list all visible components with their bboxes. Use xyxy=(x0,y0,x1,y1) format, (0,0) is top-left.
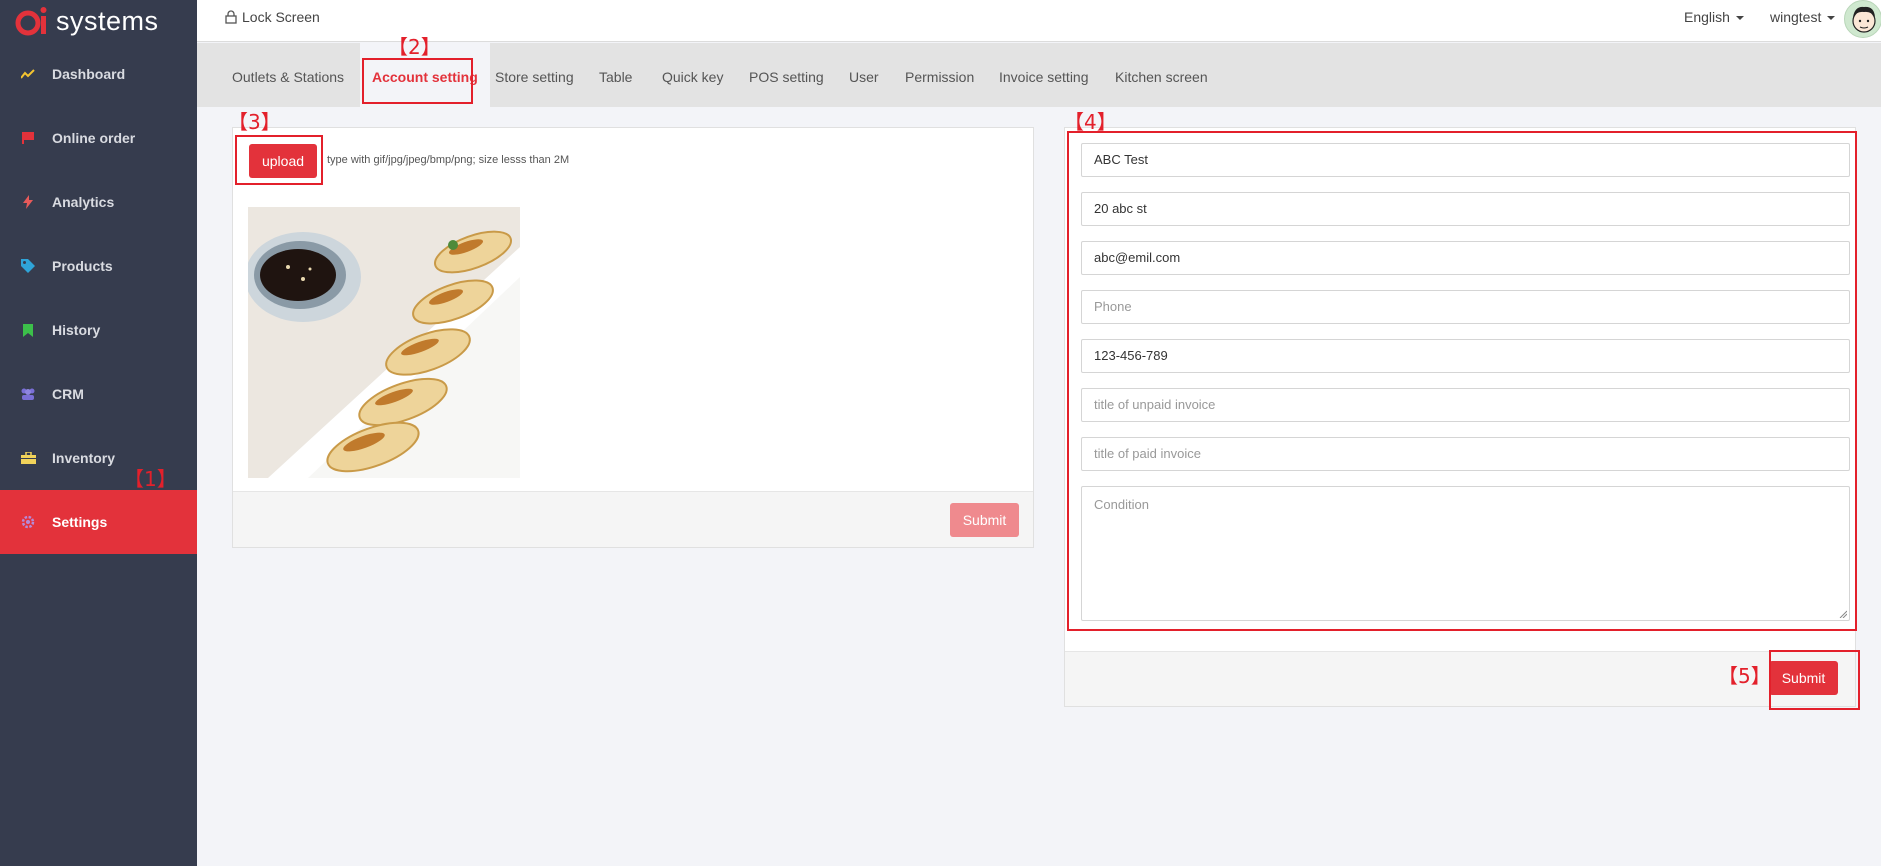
tab-store-setting[interactable]: Store setting xyxy=(495,43,574,107)
sidebar-item-label: Analytics xyxy=(52,194,115,210)
sidebar-item-label: Inventory xyxy=(52,450,116,466)
tab-quick-key[interactable]: Quick key xyxy=(662,43,723,107)
highlight-box-tab xyxy=(362,58,473,104)
logo-mark xyxy=(14,4,54,38)
username-label: wingtest xyxy=(1770,9,1822,25)
sidebar-item-crm[interactable]: CRM xyxy=(0,362,197,426)
users-icon xyxy=(20,386,36,402)
user-face-icon xyxy=(1852,6,1881,37)
bookmark-icon xyxy=(20,322,36,338)
logo-submit-button[interactable]: Submit xyxy=(950,503,1019,537)
tags-icon xyxy=(20,258,36,274)
user-dropdown[interactable]: wingtest xyxy=(1770,9,1836,25)
lock-screen-button[interactable]: Lock Screen xyxy=(225,9,320,25)
highlight-box-upload xyxy=(235,135,323,185)
lock-screen-label: Lock Screen xyxy=(242,9,320,25)
tab-kitchen-screen[interactable]: Kitchen screen xyxy=(1115,43,1208,107)
logo-panel-footer: Submit xyxy=(233,491,1033,547)
app-brand-name: systems xyxy=(56,5,159,36)
highlight-box-submit xyxy=(1769,650,1860,710)
app-logo[interactable]: systems xyxy=(14,2,159,40)
sidebar-item-label: Dashboard xyxy=(52,66,126,82)
sidebar-item-label: CRM xyxy=(52,386,84,402)
line-chart-icon xyxy=(20,66,36,82)
gear-icon xyxy=(20,514,36,530)
tab-table[interactable]: Table xyxy=(599,43,632,107)
sidebar: systems Dashboard Online order Analytics… xyxy=(0,0,197,866)
briefcase-icon xyxy=(20,450,36,466)
tab-invoice-setting[interactable]: Invoice setting xyxy=(999,43,1089,107)
tab-permission[interactable]: Permission xyxy=(905,43,974,107)
bolt-icon xyxy=(20,194,36,210)
language-dropdown[interactable]: English xyxy=(1684,9,1744,25)
caret-down-icon xyxy=(1827,16,1836,21)
tab-outlets-stations[interactable]: Outlets & Stations xyxy=(232,43,344,107)
top-bar: Lock Screen English wingtest xyxy=(197,0,1881,42)
annotation-marker-3: 【3】 xyxy=(228,110,281,134)
annotation-marker-2: 【2】 xyxy=(388,35,441,59)
tab-user[interactable]: User xyxy=(849,43,879,107)
avatar[interactable] xyxy=(1844,0,1881,38)
tab-pos-setting[interactable]: POS setting xyxy=(749,43,824,107)
sidebar-item-label: History xyxy=(52,322,101,338)
sidebar-item-label: Settings xyxy=(52,514,108,530)
sidebar-item-online-order[interactable]: Online order xyxy=(0,106,197,170)
sidebar-item-label: Online order xyxy=(52,130,136,146)
annotation-marker-5: 【5】 xyxy=(1718,664,1771,688)
sidebar-item-history[interactable]: History xyxy=(0,298,197,362)
caret-down-icon xyxy=(1735,16,1744,21)
language-label: English xyxy=(1684,9,1730,25)
annotation-marker-1: 【1】 xyxy=(124,467,177,491)
logo-preview-image xyxy=(248,207,520,478)
lock-icon xyxy=(225,10,237,24)
sidebar-item-label: Products xyxy=(52,258,113,274)
sidebar-item-dashboard[interactable]: Dashboard xyxy=(0,42,197,106)
sidebar-item-settings[interactable]: Settings xyxy=(0,490,197,554)
sidebar-item-products[interactable]: Products xyxy=(0,234,197,298)
flag-icon xyxy=(20,130,36,146)
logo-upload-panel: upload type with gif/jpg/jpeg/bmp/png; s… xyxy=(232,127,1034,548)
highlight-box-form xyxy=(1067,131,1857,631)
upload-hint: type with gif/jpg/jpeg/bmp/png; size les… xyxy=(327,154,570,166)
sidebar-item-analytics[interactable]: Analytics xyxy=(0,170,197,234)
